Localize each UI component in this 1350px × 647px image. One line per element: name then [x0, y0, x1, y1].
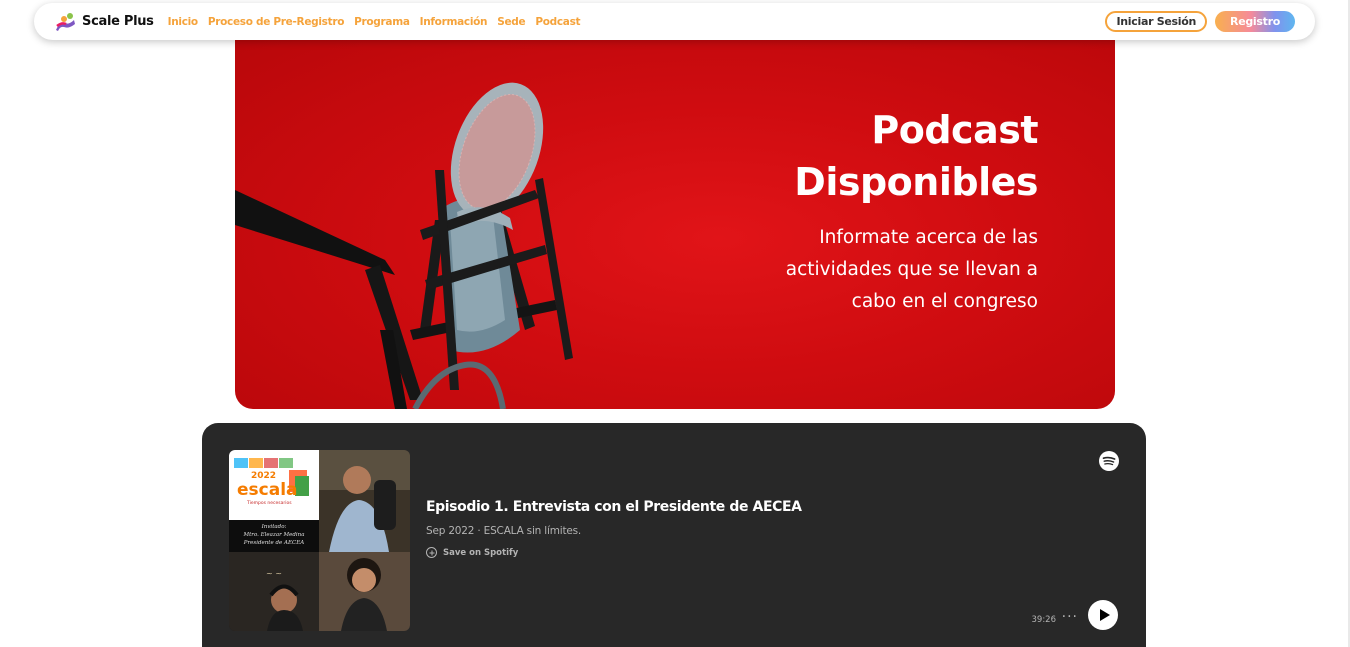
hero-banner: Podcast Disponibles Informate acerca de … [235, 30, 1115, 409]
episode-duration: 39:26 [1031, 615, 1057, 625]
nav-links: Inicio Proceso de Pre-Registro Programa … [168, 16, 581, 28]
nav-link-informacion[interactable]: Información [420, 16, 488, 28]
cover-guest-role: Presidente de AECEA [243, 540, 304, 546]
episode-meta: Sep 2022 · ESCALA sin límites. [426, 525, 582, 537]
play-button[interactable] [1088, 600, 1118, 630]
nav-link-podcast[interactable]: Podcast [535, 16, 580, 28]
nav-link-pre-registro[interactable]: Proceso de Pre-Registro [208, 16, 345, 28]
cover-guest-name: Mtro. Eleazar Medina [242, 532, 304, 538]
nav-link-programa[interactable]: Programa [354, 16, 410, 28]
cover-tagline: Tiempos necesarios [246, 500, 292, 506]
episode-title[interactable]: Episodio 1. Entrevista con el Presidente… [426, 499, 802, 515]
login-button[interactable]: Iniciar Sesión [1105, 11, 1208, 32]
episode-cover[interactable]: 2022 escala Tiempos necesarios Invitado:… [229, 450, 410, 631]
save-on-spotify-label: Save on Spotify [443, 547, 519, 558]
hero-subtitle: Informate acerca de las actividades que … [785, 227, 1038, 312]
register-button[interactable]: Registro [1215, 11, 1295, 32]
brand-name: Scale Plus [82, 14, 154, 29]
svg-text:~ ~: ~ ~ [266, 569, 282, 578]
hero-title: Podcast Disponibles [794, 104, 1038, 208]
plus-circle-icon [426, 547, 437, 558]
nav-link-sede[interactable]: Sede [497, 16, 525, 28]
cover-guest-label: Invitado: [261, 524, 287, 530]
scale-plus-logo-icon [56, 12, 75, 31]
hero-title-line1: Podcast [871, 108, 1038, 152]
spotify-embed-player: 2022 escala Tiempos necesarios Invitado:… [202, 423, 1146, 647]
brand[interactable]: Scale Plus [54, 12, 154, 32]
cover-logo-text: escala [237, 480, 298, 500]
navbar: Scale Plus Inicio Proceso de Pre-Registr… [34, 3, 1315, 40]
play-icon [1099, 609, 1110, 621]
nav-link-inicio[interactable]: Inicio [168, 16, 199, 28]
save-on-spotify-button[interactable]: Save on Spotify [426, 547, 518, 558]
more-icon[interactable]: ··· [1062, 609, 1078, 625]
hero-title-line2: Disponibles [794, 160, 1038, 204]
episode-cover-art: 2022 escala Tiempos necesarios Invitado:… [229, 450, 410, 631]
microphone-illustration [235, 82, 573, 409]
spotify-icon[interactable] [1099, 451, 1119, 471]
nav-actions: Iniciar Sesión Registro [1105, 11, 1295, 32]
